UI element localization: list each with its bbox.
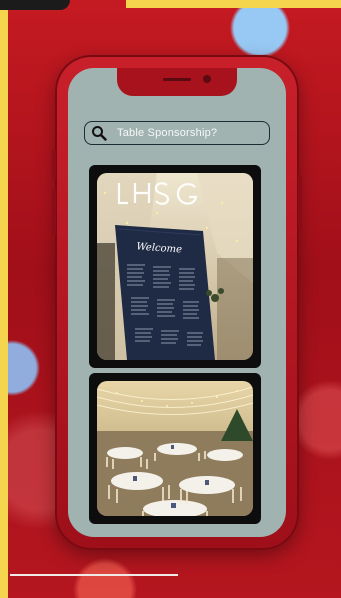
bottom-divider-line (10, 574, 178, 576)
search-icon (92, 126, 107, 141)
seating-plan-image: Welcome (97, 173, 253, 360)
phone-power-button (298, 175, 302, 230)
phone-notch (117, 68, 237, 96)
welcome-seating-plan-photo: Welcome (97, 173, 253, 360)
left-yellow-stripe (0, 0, 8, 598)
search-bar[interactable]: Table Sponsorship? (84, 121, 270, 145)
search-query-text: Table Sponsorship? (117, 127, 218, 139)
front-camera (203, 75, 211, 83)
speaker-grille (163, 78, 191, 81)
phone-screen: Table Sponsorship? Welcome (68, 68, 286, 537)
banquet-image (97, 381, 253, 516)
top-left-dark-corner (0, 0, 70, 10)
phone-side-button (52, 150, 56, 180)
top-yellow-stripe (126, 0, 341, 8)
phone-volume-button (52, 190, 56, 235)
marquee-banquet-tables-photo (97, 381, 253, 516)
photo-card-seating-plan[interactable]: Welcome (89, 165, 261, 368)
phone-mockup: Table Sponsorship? Welcome (52, 55, 302, 550)
photo-card-banquet[interactable] (89, 373, 261, 524)
